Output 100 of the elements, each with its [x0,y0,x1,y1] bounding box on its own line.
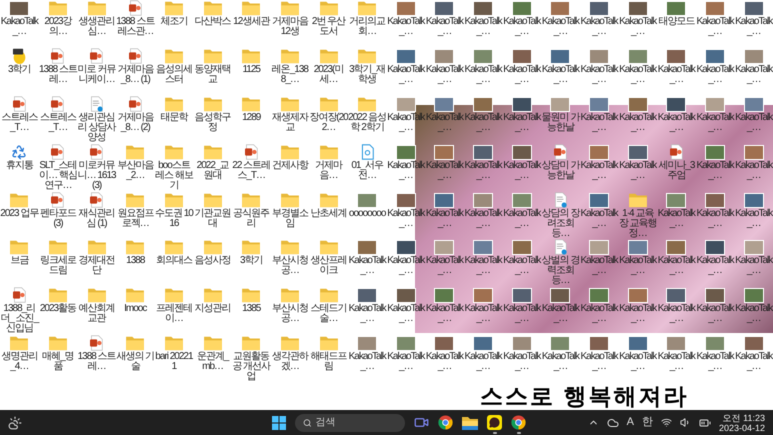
desktop-shortcut[interactable]: KakaoTalk_… [696,192,734,240]
desktop-shortcut[interactable]: 생생관리심… [77,0,116,48]
desktop-shortcut[interactable]: KakaoTalk_… [696,239,734,288]
desktop-shortcut[interactable]: 거제마음_8… (1) [116,48,155,96]
input-indicator[interactable]: A [626,414,634,431]
desktop-shortcut[interactable]: 경제대전단 [77,239,116,288]
desktop-shortcut[interactable]: KakaoTalk_… [734,239,773,288]
desktop-shortcut[interactable]: KakaoTalk_… [541,287,580,336]
desktop-shortcut[interactable]: 회의대스 [154,239,194,288]
desktop-shortcut[interactable]: KakaoTalk_… [580,287,618,336]
desktop-shortcut[interactable]: 수도권 1016 [154,192,194,240]
desktop-shortcut[interactable]: 2번 우산도서 [309,0,348,48]
desktop-shortcut[interactable]: 태양모드 [657,0,696,48]
search-field[interactable]: 검색 [316,414,397,432]
desktop-shortcut[interactable]: 1388_리더_ 소진_신입님 [0,287,39,336]
desktop-shortcut[interactable]: 거제마음… [309,144,348,192]
clock[interactable]: 오전 11:23 2023-04-12 [718,412,765,432]
desktop-shortcut[interactable]: KakaoTalk_… [657,335,696,383]
desktop-shortcut[interactable]: KakaoTalk_… [425,96,464,144]
desktop-shortcut[interactable]: 건제사항 [270,144,310,192]
desktop-shortcut[interactable]: 미로 커뮤니케이… [77,48,116,96]
desktop-shortcut[interactable]: 12생세관 [232,0,271,48]
desktop-shortcut[interactable]: oooooooo [348,192,386,240]
desktop-shortcut[interactable]: KakaoTalk_… [618,0,658,48]
desktop-shortcut[interactable]: 생명관리_4… [0,335,39,383]
desktop-shortcut[interactable]: KakaoTalk_… [657,192,696,240]
desktop-shortcut[interactable]: KakaoTalk_… [580,48,618,96]
desktop-shortcut[interactable]: KakaoTalk_… [425,192,464,240]
desktop-shortcut[interactable]: KakaoTalk_… [580,335,618,383]
desktop-shortcut[interactable]: 생각관하겠… [270,335,310,383]
desktop-shortcut[interactable]: 스테드기술… [309,287,348,336]
desktop-shortcut[interactable]: 2023 업무 [0,192,39,240]
desktop-shortcut[interactable]: 1388 스트레스관… [116,0,155,48]
chrome-icon[interactable] [438,415,453,430]
desktop-shortcut[interactable]: 원요점프로젝… [116,192,155,240]
chrome-icon[interactable] [511,415,526,430]
desktop-shortcut[interactable]: 다산박스 [193,0,232,48]
desktop-shortcut[interactable]: 1388 스트레… [38,48,78,96]
desktop-shortcut[interactable]: 2023활동 [38,287,78,336]
desktop-shortcut[interactable]: 1289 [232,96,271,144]
desktop-shortcut[interactable]: KakaoTalk_… [696,287,734,336]
desktop-shortcut[interactable]: KakaoTalk_… [386,0,426,48]
desktop-shortcut[interactable]: KakaoTalk_… [502,335,542,383]
input-indicator[interactable]: 한 [642,414,653,431]
desktop-shortcut[interactable]: KakaoTalk_… [464,96,502,144]
desktop-shortcut[interactable]: 22 스트레스_T… [232,144,271,192]
desktop-shortcut[interactable]: KakaoTalk_… [618,239,658,288]
desktop-shortcut[interactable]: 운관계_mb… [193,335,232,383]
desktop-shortcut[interactable]: 재식관리심 (1) [77,192,116,240]
desktop-shortcut[interactable]: KakaoTalk_… [657,239,696,288]
desktop-shortcut[interactable]: 부산마음_2… [116,144,155,192]
desktop-shortcut[interactable]: 휴지통 [0,144,39,192]
desktop-shortcut[interactable]: 물원미 가능한날 [541,96,580,144]
desktop-shortcut[interactable]: 장여장(202… [309,96,348,144]
desktop-shortcut[interactable]: KakaoTalk_… [425,239,464,288]
desktop-shortcut[interactable]: 3학기 [0,48,39,96]
volume-icon[interactable] [680,417,691,428]
desktop-shortcut[interactable]: Imooc [116,287,155,336]
desktop-shortcut[interactable]: KakaoTalk_… [696,0,734,48]
desktop-shortcut[interactable]: 공식원주리 [232,192,271,240]
desktop-shortcut[interactable]: KakaoTalk_… [734,144,773,192]
desktop-shortcut[interactable]: 새생의 기술 [116,335,155,383]
desktop-shortcut[interactable]: KakaoTalk_… [425,48,464,96]
desktop-shortcut[interactable]: 2023(미세… [309,48,348,96]
desktop-shortcut[interactable]: KakaoTalk_… [696,144,734,192]
desktop-shortcut[interactable]: 교원활동공 개선사업 [232,335,271,383]
desktop-shortcut[interactable]: 2022_교원대 [193,144,232,192]
desktop-shortcut[interactable]: 스트레스_T… [38,96,78,144]
desktop-shortcut[interactable]: 3학기_재학생 [348,48,386,96]
desktop-shortcut[interactable]: KakaoTalk_… [348,335,386,383]
desktop-shortcut[interactable]: KakaoTalk_… [734,287,773,336]
desktop-shortcut[interactable]: 태문학 [154,96,194,144]
desktop-shortcut[interactable]: 음성학구정 [193,96,232,144]
desktop-shortcut[interactable]: 미로커뮤니… 1613 (3) [77,144,116,192]
desktop-shortcut[interactable]: 1388 [116,239,155,288]
desktop-shortcut[interactable]: 생리관심리 상담사양성 [77,96,116,144]
desktop-shortcut[interactable]: 2022 음성학 2학기 [348,96,386,144]
desktop-shortcut[interactable]: KakaoTalk_… [502,48,542,96]
desktop-shortcut[interactable]: 거제마음_8… (2) [116,96,155,144]
desktop-shortcut[interactable]: SLT_스테이… 핵심연구… [38,144,78,192]
desktop-shortcut[interactable]: KakaoTalk_… [618,335,658,383]
desktop-shortcut[interactable]: 1125 [232,48,271,96]
desktop-shortcut[interactable]: 상벌의 경력조회 등… [541,239,580,288]
desktop-shortcut[interactable]: 펜타포드 (3) [38,192,78,240]
desktop-shortcut[interactable]: 체조기 [154,0,194,48]
desktop-shortcut[interactable]: bari 202211 [154,335,194,383]
desktop-shortcut[interactable]: 1388 스트레… [77,335,116,383]
battery-icon[interactable] [698,416,711,428]
desktop-shortcut[interactable]: KakaoTalk_… [348,287,386,336]
desktop-shortcut[interactable]: KakaoTalk_… [425,287,464,336]
desktop-shortcut[interactable]: 레온_1388_… [270,48,310,96]
desktop-shortcut[interactable]: 생산프레이크 [309,239,348,288]
desktop-shortcut[interactable]: 거제마음 12생 [270,0,310,48]
desktop-shortcut[interactable]: 난초세계 [309,192,348,240]
desktop-shortcut[interactable]: KakaoTalk_… [734,48,773,96]
desktop-shortcut[interactable]: KakaoTalk_… [464,335,502,383]
desktop-shortcut[interactable]: KakaoTalk_… [541,48,580,96]
desktop-shortcut[interactable]: KakaoTalk_… [657,96,696,144]
desktop-shortcut[interactable]: KakaoTalk_… [541,0,580,48]
desktop-shortcut[interactable]: 거리의교회… [348,0,386,48]
